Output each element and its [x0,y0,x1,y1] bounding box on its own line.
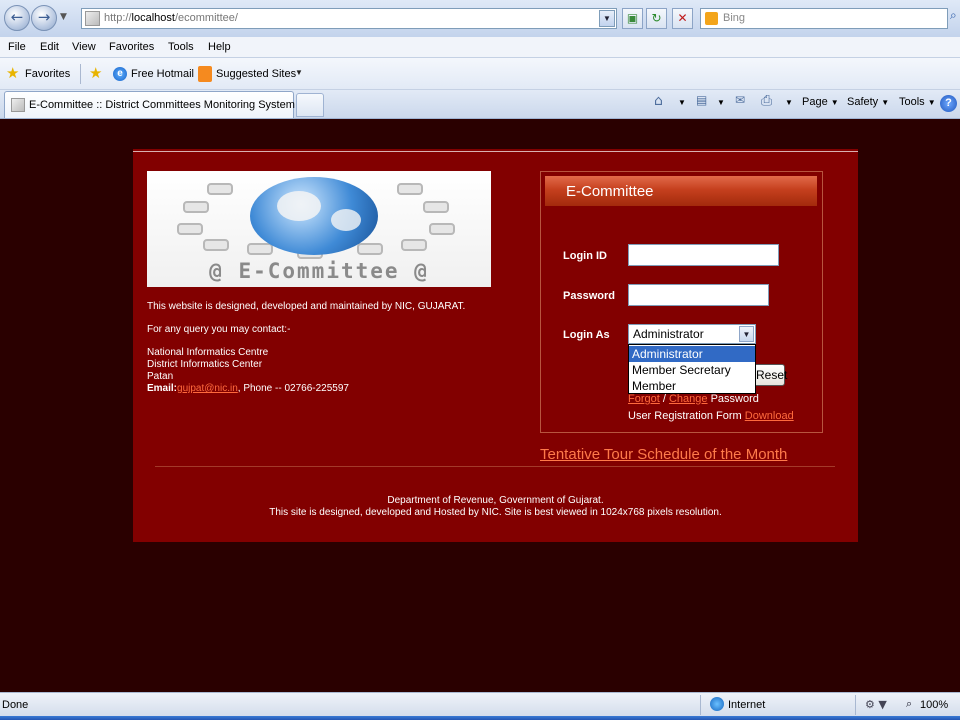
home-dropdown-icon[interactable]: ▼ [678,96,686,108]
tab-title: E-Committee :: District Committees Monit… [29,99,295,111]
address-toolbar: ← → ▼ http://localhost/ecommittee/ ▼ ▣ ↻… [0,0,960,37]
favorites-button[interactable]: Favorites [25,68,70,80]
taskbar [0,716,960,720]
menu-file[interactable]: File [8,41,26,53]
url-text: http://localhost/ecommittee/ [104,12,238,24]
compatibility-view-icon[interactable]: ▣ [622,8,643,29]
menu-bar: File Edit View Favorites Tools Help [0,37,960,58]
phone-text: , Phone -- 02766-225597 [237,383,349,394]
search-input[interactable]: Bing [700,8,948,29]
print-icon[interactable]: ⎙ [761,93,772,109]
query-text: For any query you may contact:- [147,324,291,335]
download-link[interactable]: Download [745,410,794,422]
menu-favorites[interactable]: Favorites [109,41,154,53]
url-field[interactable]: http://localhost/ecommittee/ ▼ [81,8,617,29]
login-title: E-Committee [566,183,654,200]
back-button[interactable]: ← [4,5,30,31]
address-line-1: National Informatics Centre [147,347,269,358]
menu-tools[interactable]: Tools [168,41,194,53]
password-label: Password [563,290,615,302]
status-text: Done [2,699,29,711]
separator [80,64,81,84]
address-line-2: District Informatics Center [147,359,263,370]
ie-icon: e [113,67,127,81]
new-tab-button[interactable] [296,93,324,117]
divider [155,466,835,467]
password-field[interactable] [628,284,769,306]
protected-mode-icon[interactable]: ⚙ ▼ [865,698,887,711]
tools-menu[interactable]: Tools ▼ [899,96,936,108]
safety-menu[interactable]: Safety ▼ [847,96,889,108]
help-icon[interactable]: ? [940,95,957,112]
chevron-down-icon[interactable]: ▼ [739,326,754,342]
search-placeholder: Bing [723,12,746,24]
login-header: E-Committee [545,176,817,206]
bing-logo-icon [705,12,718,25]
feeds-dropdown-icon[interactable]: ▼ [717,96,725,108]
forgot-change-line: Forgot / Change Password [628,393,759,405]
address-line-3: Patan [147,371,174,382]
add-favorite-icon[interactable]: ★ [89,64,102,82]
email-label: Email: [147,383,178,394]
fav-link-suggested[interactable]: Suggested Sites [216,68,296,80]
recent-pages-dropdown-icon[interactable]: ▼ [60,12,67,22]
page-menu[interactable]: Page ▼ [802,96,839,108]
change-link[interactable]: Change [669,393,708,405]
loginas-select[interactable]: Administrator ▼ [628,324,756,344]
url-dropdown-icon[interactable]: ▼ [599,10,615,27]
zone-text: Internet [728,699,766,711]
zoom-icon[interactable]: ⌕ [906,697,912,711]
suggested-sites-icon [198,66,212,82]
forward-arrow-icon: → [37,8,51,26]
tab-bar: E-Committee :: District Committees Monit… [0,90,960,118]
print-dropdown-icon[interactable]: ▼ [785,96,793,108]
option-member-secretary[interactable]: Member Secretary [629,362,755,378]
fav-link-hotmail[interactable]: Free Hotmail [131,68,194,80]
search-icon[interactable]: ⌕ [950,8,960,29]
tab-ecommittee[interactable]: E-Committee :: District Committees Monit… [4,91,295,118]
main-container: @ E-Committee @ This website is designed… [133,149,858,542]
designed-by-text: This website is designed, developed and … [147,301,466,312]
ecommittee-logo: @ E-Committee @ [147,171,491,287]
page-favicon-icon [85,11,100,26]
menu-help[interactable]: Help [208,41,231,53]
read-mail-icon[interactable]: ✉ [735,93,745,107]
refresh-icon[interactable]: ↻ [646,8,667,29]
tab-favicon-icon [11,98,25,112]
chevron-down-icon[interactable]: ▼ [295,68,303,77]
page-viewport: @ E-Committee @ This website is designed… [0,118,960,692]
option-member[interactable]: Member [629,378,755,394]
divider [133,151,858,152]
login-panel: E-Committee Login ID Password Login As A… [540,171,823,433]
home-icon[interactable]: ⌂ [654,93,663,109]
loginas-dropdown-list: Administrator Member Secretary Member [628,344,756,394]
logo-text: @ E-Committee @ [209,259,429,283]
zoom-level[interactable]: 100% [920,699,948,711]
status-bar: Done Internet ⚙ ▼ ⌕ 100% [0,692,960,716]
contact-line: Email:gujpat@nic.in, Phone -- 02766-2255… [147,383,349,394]
forward-button[interactable]: → [31,5,57,31]
email-link[interactable]: gujpat@nic.in [177,383,238,394]
loginas-value: Administrator [633,327,704,341]
loginid-field[interactable] [628,244,779,266]
back-arrow-icon: ← [10,8,24,26]
footer-hosting: This site is designed, developed and Hos… [269,507,722,518]
forgot-link[interactable]: Forgot [628,393,660,405]
favorites-bar: ★ Favorites ★ e Free Hotmail Suggested S… [0,58,960,90]
footer-department: Department of Revenue, Government of Guj… [387,495,604,506]
loginid-label: Login ID [563,250,607,262]
loginas-label: Login As [563,329,610,341]
tour-schedule-link[interactable]: Tentative Tour Schedule of the Month [540,446,787,463]
option-administrator[interactable]: Administrator [629,346,755,362]
favorites-star-icon: ★ [6,64,20,82]
feeds-icon[interactable]: ▤ [696,93,707,107]
internet-zone-icon [710,697,724,711]
stop-icon[interactable]: ✕ [672,8,693,29]
registration-line: User Registration Form Download [628,410,794,422]
menu-edit[interactable]: Edit [40,41,59,53]
menu-view[interactable]: View [72,41,96,53]
